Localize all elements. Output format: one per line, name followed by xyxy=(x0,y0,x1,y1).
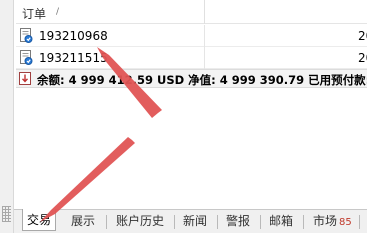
table-row[interactable]: 193211515 202 xyxy=(16,47,367,69)
sort-indicator: / xyxy=(56,7,60,17)
order-doc-icon xyxy=(20,50,33,65)
tab-market[interactable]: 市场 85 xyxy=(313,212,352,231)
terminal-toolbox: 订单 / 193210968 202 193211515 202 xyxy=(0,0,367,233)
balance-summary-text: 余额: 4 999 412.59 USD 净值: 4 999 390.79 已用… xyxy=(37,73,367,87)
tab-label: 交易 xyxy=(27,213,52,227)
order-id: 193211515 xyxy=(39,51,108,65)
tab-divider xyxy=(359,215,360,229)
tab-trade[interactable]: 交易 xyxy=(22,209,57,231)
balance-arrow-icon xyxy=(19,72,31,85)
table-row[interactable]: 193210968 202 xyxy=(16,25,367,47)
tab-exposure[interactable]: 展示 xyxy=(71,212,95,231)
column-header-order[interactable]: 订单 xyxy=(22,5,46,22)
tab-divider xyxy=(303,215,304,229)
balance-summary-row: 余额: 4 999 412.59 USD 净值: 4 999 390.79 已用… xyxy=(16,69,367,88)
order-doc-icon xyxy=(20,28,33,43)
order-time: 202 xyxy=(358,29,367,43)
tab-news[interactable]: 新闻 xyxy=(183,212,207,231)
tab-account-history[interactable]: 账户历史 xyxy=(116,212,164,231)
table-header: 订单 / xyxy=(16,0,367,24)
column-divider xyxy=(204,47,205,69)
tab-divider xyxy=(260,215,261,229)
toolbox-side-strip xyxy=(0,0,14,233)
column-divider xyxy=(204,0,205,24)
tab-mailbox[interactable]: 邮箱 xyxy=(269,212,293,231)
tab-alerts[interactable]: 警报 xyxy=(226,212,250,231)
order-id: 193210968 xyxy=(39,29,108,43)
tab-divider xyxy=(217,215,218,229)
tab-divider xyxy=(174,215,175,229)
tab-label: 市场 xyxy=(313,214,338,228)
market-count-badge: 85 xyxy=(339,217,352,228)
bottom-tab-bar: 交易 展示 账户历史 新闻 警报 邮箱 市场 85 xyxy=(14,209,367,233)
panel-grip-icon[interactable] xyxy=(2,206,11,222)
column-divider xyxy=(204,25,205,47)
tab-divider xyxy=(106,215,107,229)
order-time: 202 xyxy=(358,51,367,65)
